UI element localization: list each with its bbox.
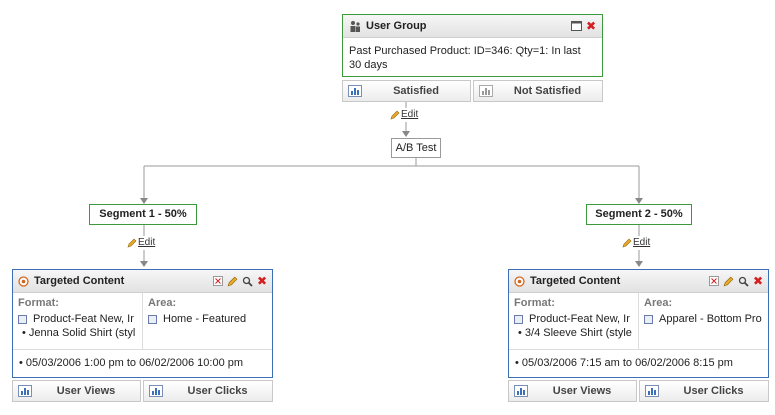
magnifier-icon[interactable] xyxy=(242,276,253,287)
format-column: Format: Product-Feat New, Ir • 3/4 Sleev… xyxy=(509,293,639,349)
bar-chart-icon xyxy=(149,385,163,397)
segment-2-node[interactable]: Segment 2 - 50% xyxy=(586,204,692,225)
area-value: Home - Featured xyxy=(148,312,267,326)
layout-icon xyxy=(148,314,157,324)
date-range: • 05/03/2006 1:00 pm to 06/02/2006 10:00… xyxy=(19,357,244,369)
bar-chart-icon xyxy=(348,85,362,97)
target-icon xyxy=(18,275,29,287)
user-group-title: User Group xyxy=(366,20,427,32)
target-icon xyxy=(514,275,525,287)
user-group-header: User Group ✖ xyxy=(343,15,602,38)
user-group-icon xyxy=(350,21,360,32)
pencil-icon xyxy=(622,238,632,247)
targeted-content-panel-1: Targeted Content ✖ Format: Product-Feat … xyxy=(12,269,273,378)
targeted-content-title: Targeted Content xyxy=(34,275,125,287)
layout-icon xyxy=(644,314,653,324)
format-label: Format: xyxy=(514,297,555,309)
magnifier-icon[interactable] xyxy=(738,276,749,287)
format-column: Format: Product-Feat New, Ir • Jenna Sol… xyxy=(13,293,143,349)
pencil-icon[interactable] xyxy=(227,276,238,287)
close-icon[interactable]: ✖ xyxy=(257,275,267,287)
area-label: Area: xyxy=(148,297,177,309)
not-satisfied-button[interactable]: Not Satisfied xyxy=(473,80,603,102)
edit-link[interactable]: Edit xyxy=(390,109,418,120)
maximize-icon[interactable] xyxy=(570,21,582,31)
user-clicks-button[interactable]: User Clicks xyxy=(639,380,769,402)
content-item: • Jenna Solid Shirt (styl xyxy=(22,327,136,339)
close-icon[interactable]: ✖ xyxy=(753,275,763,287)
bar-chart-icon xyxy=(479,85,493,97)
date-range: • 05/03/2006 7:15 am to 06/02/2006 8:15 … xyxy=(515,357,733,369)
targeted-content-title: Targeted Content xyxy=(530,275,621,287)
format-label: Format: xyxy=(18,297,59,309)
targeted-content-header: Targeted Content ✖ xyxy=(509,270,768,293)
ab-test-node[interactable]: A/B Test xyxy=(391,138,441,158)
targeted-content-header: Targeted Content ✖ xyxy=(13,270,272,293)
area-column: Area: Home - Featured xyxy=(143,293,272,349)
user-views-button[interactable]: User Views xyxy=(508,380,637,402)
bar-chart-icon xyxy=(645,385,659,397)
format-value: Product-Feat New, Ir xyxy=(514,312,633,326)
user-group-panel: User Group ✖ Past Purchased Product: ID=… xyxy=(342,14,603,77)
edit-link[interactable]: Edit xyxy=(622,237,650,248)
content-item: • 3/4 Sleeve Shirt (style xyxy=(518,327,632,339)
area-column: Area: Apparel - Bottom Pro xyxy=(639,293,768,349)
area-value: Apparel - Bottom Pro xyxy=(644,312,763,326)
remove-icon[interactable] xyxy=(212,276,223,286)
remove-icon[interactable] xyxy=(708,276,719,286)
user-group-condition: Past Purchased Product: ID=346: Qty=1: I… xyxy=(349,45,581,71)
not-satisfied-label: Not Satisfied xyxy=(513,85,582,97)
user-clicks-button[interactable]: User Clicks xyxy=(143,380,273,402)
pencil-icon[interactable] xyxy=(723,276,734,287)
satisfied-label: Satisfied xyxy=(393,85,439,97)
edit-link[interactable]: Edit xyxy=(127,237,155,248)
segment-1-node[interactable]: Segment 1 - 50% xyxy=(89,204,197,225)
user-views-button[interactable]: User Views xyxy=(12,380,141,402)
bar-chart-icon xyxy=(18,385,32,397)
product-icon xyxy=(514,314,523,324)
bar-chart-icon xyxy=(514,385,528,397)
area-label: Area: xyxy=(644,297,673,309)
format-value: Product-Feat New, Ir xyxy=(18,312,137,326)
targeted-content-panel-2: Targeted Content ✖ Format: Product-Feat … xyxy=(508,269,769,378)
satisfied-button[interactable]: Satisfied xyxy=(342,80,471,102)
close-icon[interactable]: ✖ xyxy=(586,20,596,32)
pencil-icon xyxy=(390,110,400,119)
product-icon xyxy=(18,314,27,324)
pencil-icon xyxy=(127,238,137,247)
